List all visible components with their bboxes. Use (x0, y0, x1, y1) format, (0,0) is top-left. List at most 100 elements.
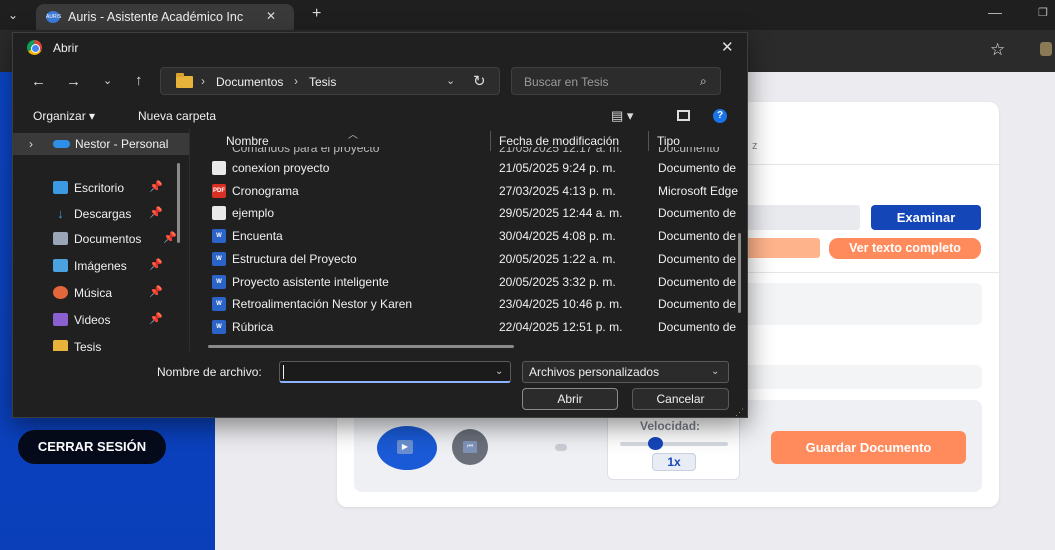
organize-menu[interactable]: Organizar ▾ (33, 109, 95, 123)
nav-item-videos[interactable]: Videos 📌 (13, 309, 189, 331)
path-history-chevron-icon[interactable]: ⌄ (446, 74, 455, 87)
browse-button[interactable]: Examinar (871, 205, 981, 230)
filename-label: Nombre de archivo: (157, 365, 262, 379)
nav-item-label: Imágenes (74, 259, 127, 273)
text-file-icon (212, 161, 226, 175)
word-file-icon: W (212, 274, 226, 289)
recent-locations-chevron-icon[interactable]: ⌄ (103, 74, 112, 87)
word-file-icon: W (212, 297, 226, 312)
nav-item-descargas[interactable]: ↓ Descargas 📌 (13, 203, 189, 225)
up-arrow-icon[interactable]: ↑ (135, 72, 143, 89)
music-icon (53, 286, 68, 299)
file-type: Documento (658, 147, 720, 155)
extension-icon[interactable] (1040, 42, 1052, 56)
logout-button[interactable]: CERRAR SESIÓN (18, 430, 166, 464)
nav-item-label: Descargas (74, 207, 132, 221)
forward-arrow-icon[interactable]: → (66, 73, 81, 90)
open-button[interactable]: Abrir (522, 388, 618, 410)
breadcrumb-item-tesis[interactable]: Tesis (309, 75, 336, 89)
word-file-icon: W (212, 251, 226, 266)
nav-item-documentos[interactable]: Documentos 📌 (13, 228, 189, 250)
open-file-dialog: Abrir ✕ ← → ⌄ ↑ › Documentos › Tesis ⌄ ↻… (12, 32, 748, 418)
file-row[interactable]: W Rúbrica 22/04/2025 12:51 p. m. Documento … (208, 316, 738, 338)
file-row[interactable]: W Encuenta 30/04/2025 4:08 p. m. Documento … (208, 225, 738, 247)
expand-chevron-icon[interactable]: › (29, 137, 33, 151)
horizontal-scrollbar[interactable] (208, 345, 514, 348)
breadcrumb-separator-icon: › (294, 74, 298, 88)
file-row-partial[interactable]: Comandos para el proyecto 21/05/2025 12:… (208, 147, 738, 157)
file-row[interactable]: conexion proyecto 21/05/2025 9:24 p. m. Do… (208, 157, 738, 179)
back-arrow-icon[interactable]: ← (31, 73, 46, 90)
file-date: 27/03/2025 4:13 p. m. (499, 183, 616, 198)
nav-scrollbar[interactable] (177, 163, 180, 243)
breadcrumb-item-documentos[interactable]: Documentos (216, 75, 283, 89)
speed-label: Velocidad: (640, 419, 701, 433)
nav-item-imagenes[interactable]: Imágenes 📌 (13, 255, 189, 277)
pin-icon: 📌 (149, 259, 163, 271)
nav-item-escritorio[interactable]: Escritorio 📌 (13, 177, 189, 199)
file-date: 22/04/2025 12:51 p. m. (499, 319, 623, 334)
file-row[interactable]: W Proyecto asistente inteligente 20/05/202… (208, 271, 738, 293)
new-tab-icon[interactable]: + (312, 5, 321, 23)
resize-grip-icon[interactable]: ⋰ (735, 407, 744, 418)
column-header-type[interactable]: Tipo (657, 134, 680, 148)
file-row[interactable]: ejemplo 29/05/2025 12:44 a. m. Documento d… (208, 202, 738, 224)
help-icon[interactable]: ? (713, 109, 727, 123)
file-type: Documento de Word (658, 251, 738, 266)
file-name: Cronograma (232, 183, 299, 198)
cancel-button[interactable]: Cancelar (632, 388, 729, 410)
file-name: Comandos para el proyecto (232, 147, 380, 155)
file-row[interactable]: PDF Cronograma 27/03/2025 4:13 p. m. Micros… (208, 180, 738, 202)
search-input[interactable]: Buscar en Tesis ⌕ (511, 67, 721, 95)
breadcrumb[interactable]: › Documentos › Tesis ⌄ ↻ (160, 67, 500, 95)
nav-item-onedrive[interactable]: › Nestor - Personal (13, 133, 189, 155)
breadcrumb-separator-icon: › (201, 74, 205, 88)
column-header-date[interactable]: Fecha de modificación (499, 134, 619, 148)
change-view-icon[interactable]: ▤ ▾ (611, 108, 633, 124)
file-name: Retroalimentación Nestor y Karen (232, 297, 413, 312)
search-placeholder: Buscar en Tesis (524, 75, 609, 89)
minimize-icon[interactable]: — (988, 4, 1002, 20)
folder-icon (53, 340, 68, 351)
file-type: Documento de texto (658, 161, 738, 175)
view-full-text-button[interactable]: Ver texto completo (829, 238, 981, 259)
speed-slider-thumb[interactable] (648, 437, 663, 450)
file-list-scrollbar[interactable] (738, 233, 741, 313)
nav-item-tesis[interactable]: Tesis (13, 336, 189, 351)
dialog-close-icon[interactable]: ✕ (721, 38, 734, 56)
file-name: ejemplo (232, 206, 275, 221)
file-date: 21/05/2025 12:17 a. m. (499, 147, 623, 155)
pdf-file-icon: PDF (212, 183, 226, 198)
chrome-icon (27, 40, 42, 55)
file-date: 20/05/2025 3:32 p. m. (499, 274, 616, 289)
file-date: 20/05/2025 1:22 a. m. (499, 251, 616, 266)
file-type: Documento de texto (658, 206, 738, 221)
download-icon: ↓ (57, 206, 64, 221)
preview-pane-icon[interactable] (677, 110, 690, 121)
rewind-icon: ⏮ (463, 441, 477, 453)
speed-value: 1x (652, 453, 696, 471)
restore-icon[interactable]: ❐ (1038, 6, 1048, 19)
refresh-icon[interactable]: ↻ (473, 72, 486, 90)
save-document-button[interactable]: Guardar Documento (771, 431, 966, 464)
nav-item-musica[interactable]: Música 📌 (13, 282, 189, 304)
column-header-name[interactable]: Nombre (226, 134, 269, 148)
file-type-filter-select[interactable]: Archivos personalizados ⌄ (522, 361, 729, 383)
speed-slider-track[interactable] (620, 442, 728, 446)
tab-close-icon[interactable]: ✕ (266, 9, 276, 23)
filename-input[interactable]: ⌄ (279, 361, 511, 383)
browser-tab[interactable]: AURIS Auris - Asistente Académico Inc ✕ (36, 4, 294, 30)
word-file-icon: W (212, 319, 226, 334)
file-row[interactable]: W Retroalimentación Nestor y Karen 23/04/2… (208, 293, 738, 315)
tab-list-chevron-down-icon[interactable]: ⌄ (8, 8, 18, 22)
auris-favicon-icon: AURIS (46, 11, 61, 23)
file-row[interactable]: W Estructura del Proyecto 20/05/2025 1:22 … (208, 248, 738, 270)
chevron-down-icon: ⌄ (711, 366, 720, 377)
bookmark-star-icon[interactable]: ☆ (990, 40, 1005, 60)
file-type: Documento de Word (658, 319, 738, 334)
filename-history-chevron-icon[interactable]: ⌄ (495, 366, 503, 377)
word-file-icon: W (212, 229, 226, 244)
new-folder-button[interactable]: Nueva carpeta (138, 109, 216, 123)
nav-item-label: Escritorio (74, 181, 125, 195)
nav-item-label: Tesis (74, 340, 102, 351)
